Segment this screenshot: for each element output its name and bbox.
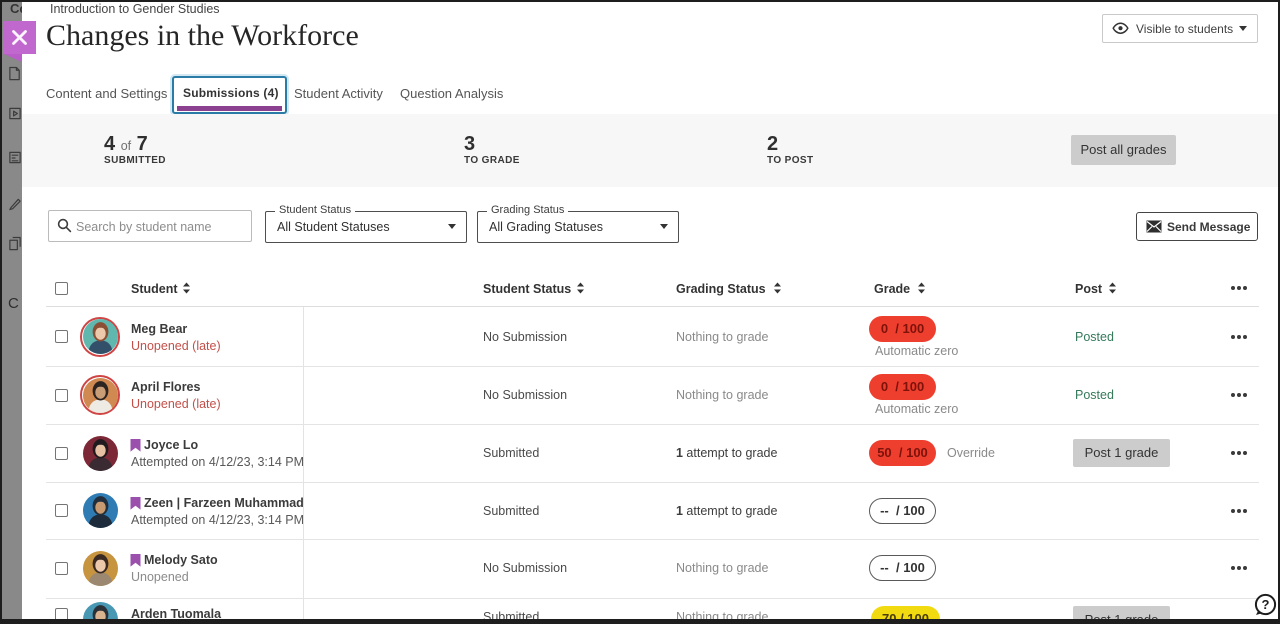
svg-text:?: ? <box>1262 597 1270 612</box>
